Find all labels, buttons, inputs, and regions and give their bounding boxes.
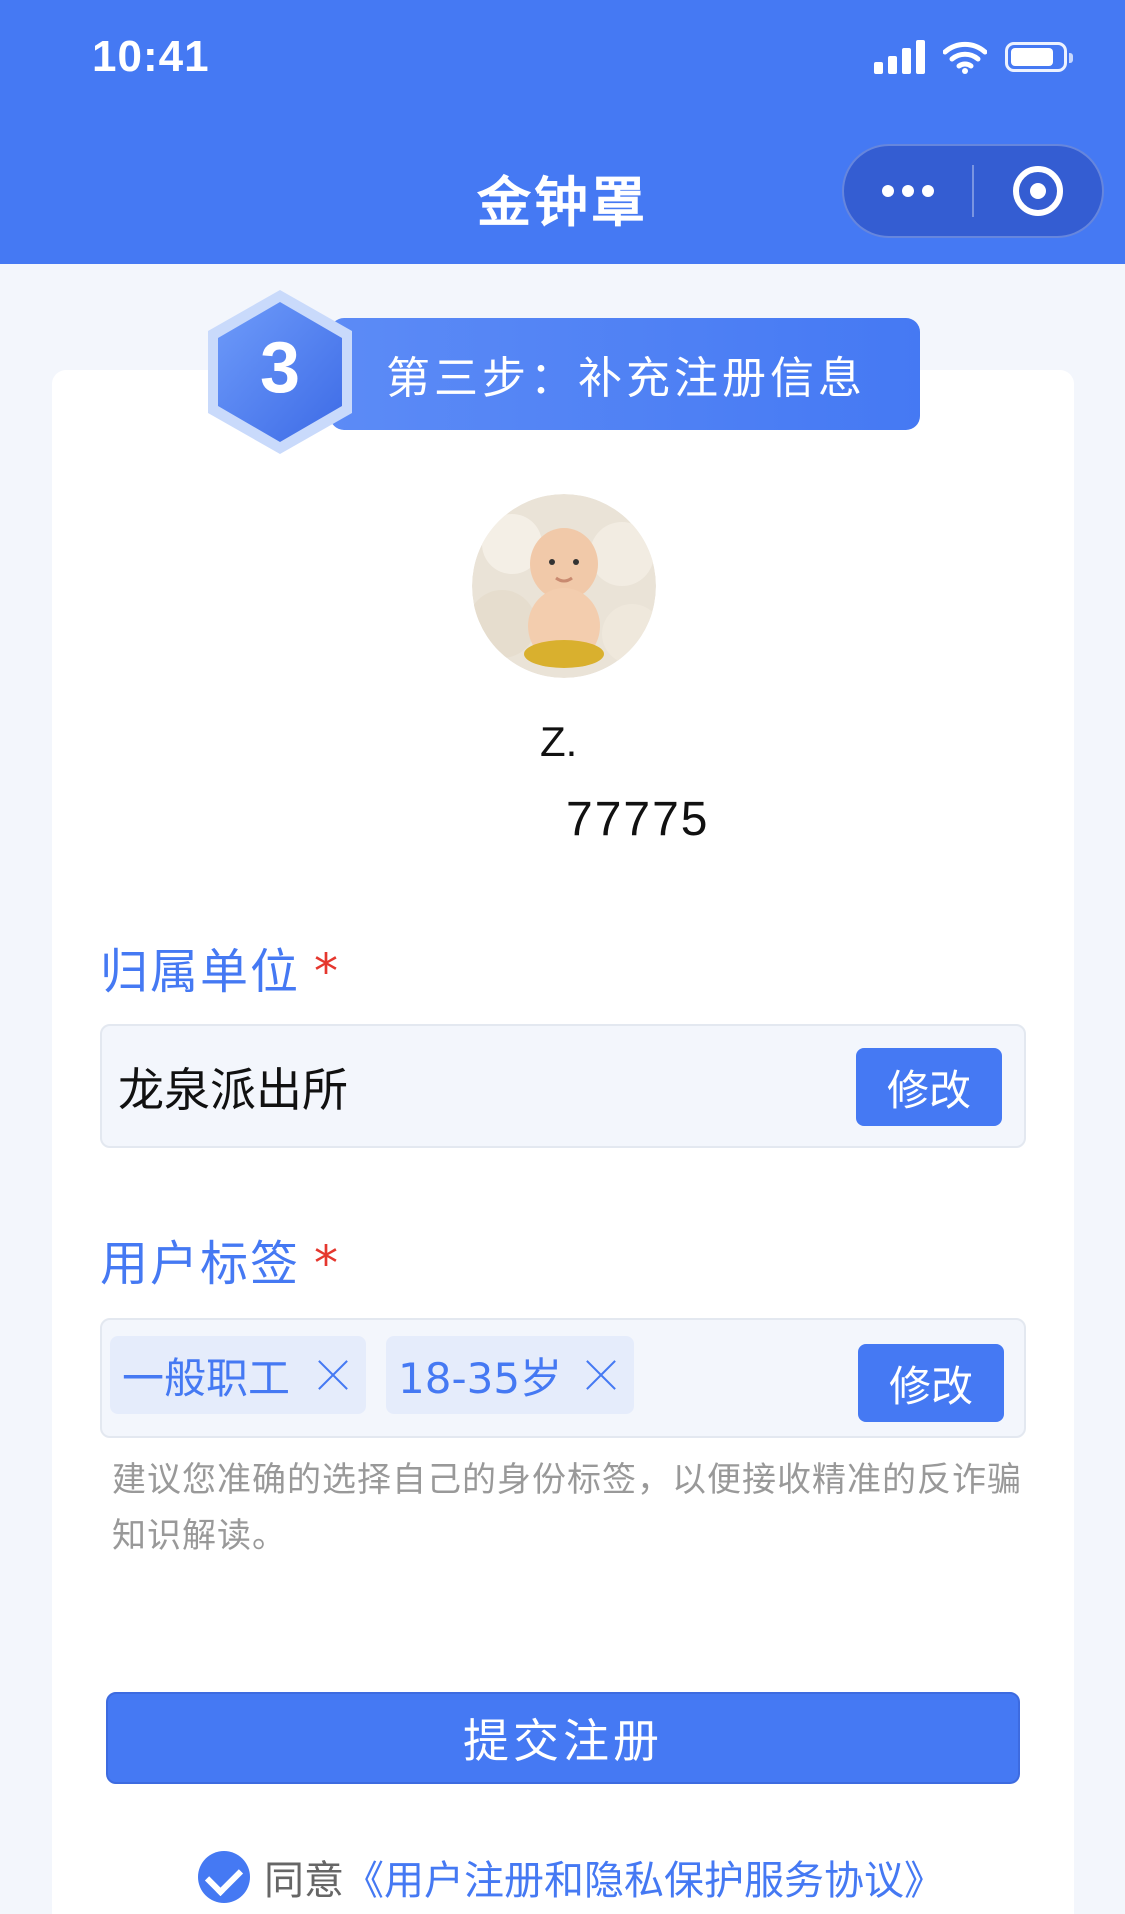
step-number: 3	[260, 328, 300, 408]
edit-unit-button[interactable]: 修改	[856, 1048, 1002, 1126]
avatar[interactable]	[472, 494, 656, 678]
submit-registration-button[interactable]: 提交注册	[106, 1692, 1020, 1784]
agreement-prefix: 同意	[264, 1858, 344, 1904]
tags-field-label: 用户标签 *	[100, 1224, 340, 1294]
unit-field-label: 归属单位 *	[100, 932, 340, 1002]
required-mark: *	[314, 1236, 341, 1292]
tag-chip: 一般职工	[110, 1336, 366, 1414]
check-circle-icon[interactable]	[198, 1851, 250, 1903]
step-label: 第三步：补充注册信息	[386, 353, 866, 404]
wifi-icon	[943, 41, 987, 74]
tag-chip: 18-35岁	[386, 1336, 634, 1414]
agreement-row: 同意《用户注册和隐私保护服务协议》	[198, 1848, 944, 1906]
unit-label-text: 归属单位	[100, 944, 301, 1000]
required-mark: *	[314, 944, 341, 1000]
app-header: 10:41 金钟罩	[0, 0, 1125, 264]
agreement-text: 同意《用户注册和隐私保护服务协议》	[264, 1848, 944, 1906]
user-name: Z.	[540, 718, 578, 765]
tag-label: 18-35岁	[398, 1353, 563, 1403]
target-icon	[1012, 166, 1063, 216]
battery-icon	[1005, 42, 1073, 72]
tags-label-text: 用户标签	[100, 1236, 301, 1292]
close-miniprogram-button[interactable]	[974, 166, 1102, 216]
step-number-hexagon: 3	[208, 290, 352, 454]
edit-tags-button[interactable]: 修改	[858, 1344, 1004, 1422]
user-id: 77775	[566, 793, 710, 846]
unit-field: 龙泉派出所 修改	[100, 1024, 1026, 1148]
tags-hint: 建议您准确的选择自己的身份标签，以便接收精准的反诈骗知识解读。	[112, 1460, 1022, 1556]
remove-tag-icon[interactable]	[584, 1358, 618, 1392]
step-banner: 第三步：补充注册信息	[330, 318, 920, 430]
cellular-signal-icon	[874, 40, 925, 74]
more-options-icon[interactable]	[844, 185, 972, 197]
tags-field: 一般职工 18-35岁 修改	[100, 1318, 1026, 1438]
tag-label: 一般职工	[122, 1353, 291, 1403]
status-icons	[874, 40, 1073, 74]
unit-value: 龙泉派出所	[118, 1063, 348, 1117]
status-time: 10:41	[92, 32, 210, 81]
agreement-link[interactable]: 《用户注册和隐私保护服务协议》	[344, 1858, 944, 1904]
miniprogram-capsule	[842, 144, 1104, 238]
remove-tag-icon[interactable]	[316, 1358, 350, 1392]
